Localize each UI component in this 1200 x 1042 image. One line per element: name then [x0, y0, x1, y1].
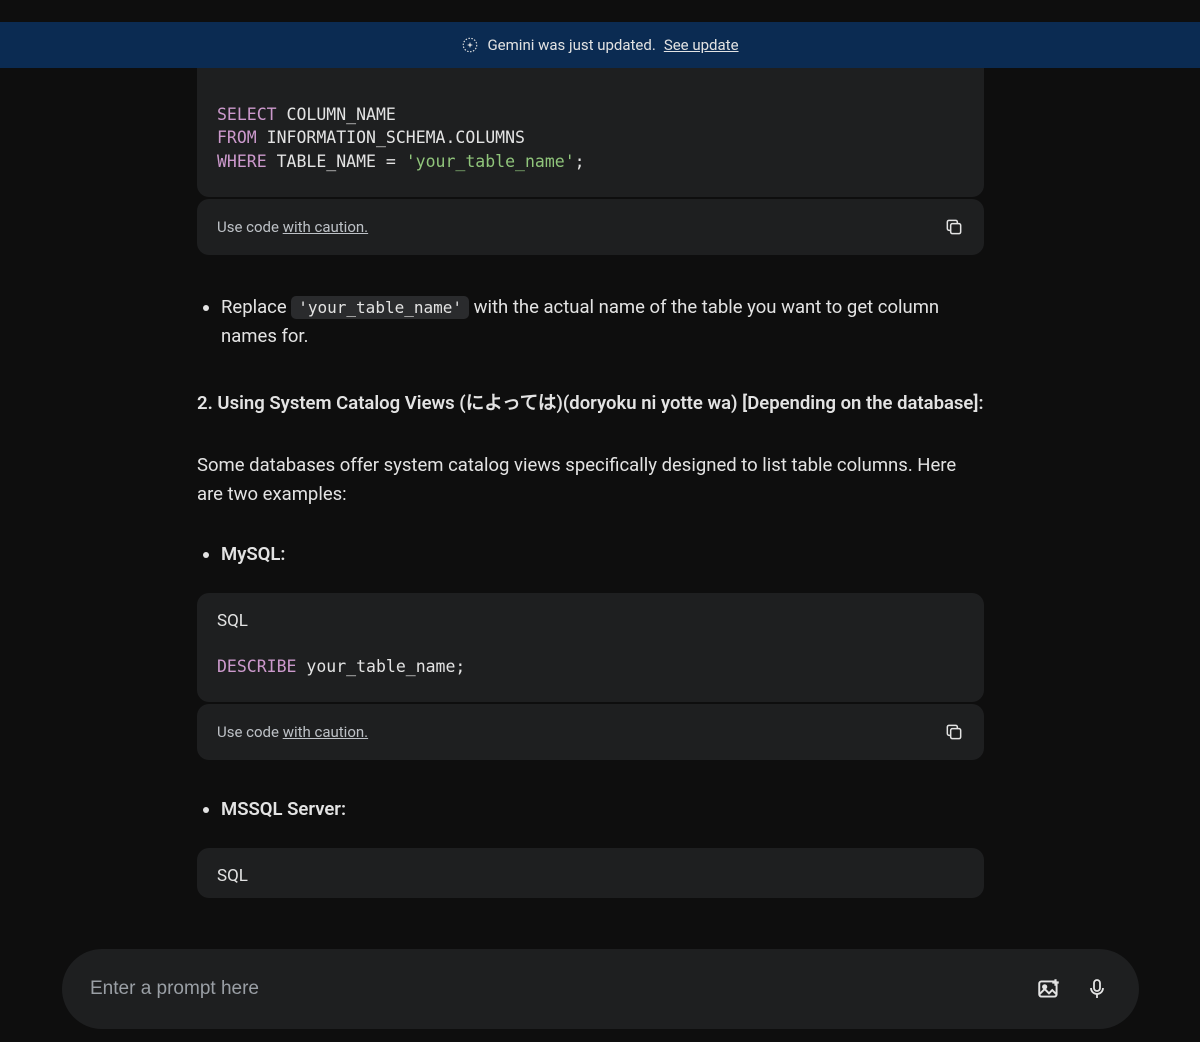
code-lang-label: SQL	[197, 593, 984, 643]
replace-line: Replace 'your_table_name' with the actua…	[221, 293, 984, 350]
add-image-icon[interactable]	[1035, 975, 1063, 1003]
caution-bar-2: Use code with caution.	[197, 704, 984, 760]
mysql-bullet: MySQL:	[197, 543, 984, 565]
code-block-sql-2: SQL DESCRIBE your_table_name;	[197, 593, 984, 702]
caution-link[interactable]: with caution.	[283, 218, 368, 236]
code-content: SELECT COLUMN_NAME FROM INFORMATION_SCHE…	[197, 68, 984, 197]
caution-text: Use code with caution.	[217, 723, 368, 741]
mic-icon[interactable]	[1083, 975, 1111, 1003]
caution-link[interactable]: with caution.	[283, 723, 368, 741]
content-area: SELECT COLUMN_NAME FROM INFORMATION_SCHE…	[197, 68, 984, 898]
inline-code: 'your_table_name'	[291, 296, 469, 319]
caution-text: Use code with caution.	[217, 218, 368, 236]
mssql-bullet: MSSQL Server:	[197, 798, 984, 820]
code-content: DESCRIBE your_table_name;	[197, 643, 984, 702]
update-banner: Gemini was just updated. See update	[0, 22, 1200, 68]
prompt-input[interactable]	[90, 978, 1015, 1000]
banner-text: Gemini was just updated.	[487, 36, 655, 54]
section-paragraph: Some databases offer system catalog view…	[197, 451, 984, 508]
copy-icon[interactable]	[944, 217, 964, 237]
prompt-input-bar	[62, 949, 1139, 1029]
mysql-label: MySQL:	[221, 543, 984, 565]
sparkle-icon	[461, 36, 479, 54]
code-block-sql-3: SQL	[197, 848, 984, 898]
code-lang-label: SQL	[197, 848, 984, 898]
top-spacer	[0, 0, 1200, 22]
code-block-sql-1: SELECT COLUMN_NAME FROM INFORMATION_SCHE…	[197, 68, 984, 197]
section-heading-2: 2. Using System Catalog Views (によっては)(do…	[197, 389, 984, 418]
mssql-label: MSSQL Server:	[221, 798, 984, 820]
replace-bullet: Replace 'your_table_name' with the actua…	[197, 293, 984, 350]
copy-icon[interactable]	[944, 722, 964, 742]
see-update-link[interactable]: See update	[664, 36, 739, 54]
caution-bar-1: Use code with caution.	[197, 199, 984, 255]
